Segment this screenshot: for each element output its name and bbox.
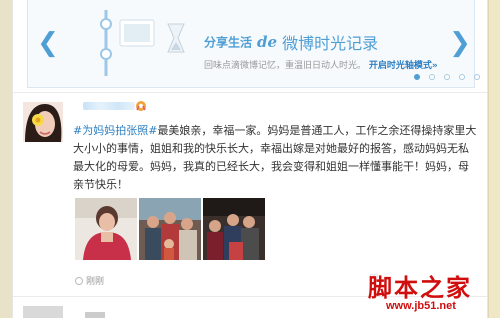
banner-title: 分享生活 de 微博时光记录 [204,30,379,53]
timeline-banner: ❮ 分享生活 de 微博时光记录 回味点滴微博记忆，重温旧日动人时光。 开启时光轴模… [27,0,480,88]
post-text-line1: 最美娘亲，幸福一家。妈妈是普通工人，工作之余还得操持家里大 [157,124,477,137]
next-post-avatar[interactable] [23,306,63,318]
carousel-dots [414,74,489,82]
site-watermark: 脚本之家 [368,273,472,302]
banner-title-logo: de [257,33,278,51]
carousel-dot[interactable] [414,74,420,80]
page-background-right [488,0,500,318]
carousel-dot[interactable] [444,74,450,80]
post-text-line3: 最大化的母爱。妈妈，我真的已经长大，我会变得和姐姐一样懂事能干！妈妈，母 [73,160,469,173]
username-blurred[interactable] [83,102,135,110]
carousel-dot[interactable] [429,74,435,80]
divider [13,92,487,93]
photo-thumbnail[interactable] [203,198,265,260]
photo-thumbnail[interactable] [139,198,201,260]
banner-title-share: 分享生活 [204,35,253,50]
post-text-line4: 亲节快乐！ [73,178,128,191]
banner-title-timeline: 微博时光记录 [282,34,379,53]
page-background-left [0,0,12,318]
banner-subtitle: 回味点滴微博记忆，重温旧日动人时光。 开启时光轴模式» [204,58,438,71]
post-text-line2: 大小小的事情，姐姐和我的快乐长大，幸福出嫁是对她最好的报答，感动妈妈无私 [73,142,469,155]
photo-thumbnail[interactable] [75,198,137,260]
clock-icon [75,277,83,285]
award-icon [136,101,146,111]
next-post-username[interactable] [85,312,105,318]
hashtag-link[interactable]: #为妈妈拍张照# [73,124,157,137]
carousel-dot[interactable] [459,74,465,80]
carousel-dot[interactable] [474,74,480,80]
enable-timeline-link[interactable]: 开启时光轴模式» [369,61,438,71]
chevron-left-icon[interactable]: ❮ [36,30,60,56]
chevron-right-icon[interactable]: ❯ [448,30,472,56]
banner-subtitle-text: 回味点滴微博记忆，重温旧日动人时光。 [204,61,367,71]
avatar[interactable] [23,102,63,142]
site-watermark-url: www.jb51.net [386,300,456,312]
post-content: #为妈妈拍张照#最美娘亲，幸福一家。妈妈是普通工人，工作之余还得操持家里大 大小… [73,122,481,194]
post-timestamp[interactable]: 刚刚 [75,274,104,287]
timeline-illustration [100,10,185,76]
